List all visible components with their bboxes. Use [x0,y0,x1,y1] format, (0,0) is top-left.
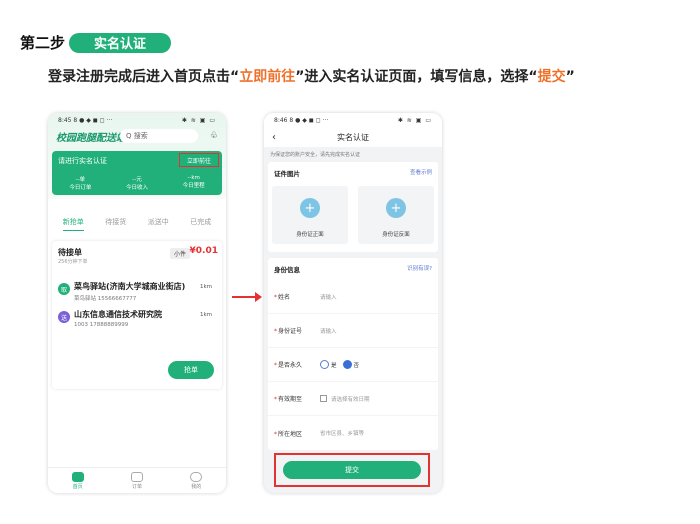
valid-date-input[interactable]: 请选择有效日期 [331,395,370,403]
permanent-no-radio[interactable]: 否 [342,360,359,369]
dropoff-contact: 1003 17888889999 [74,322,129,328]
tab-new-orders[interactable]: 新抢单 [62,217,84,231]
stat-orders: --单 今日订单 [69,177,92,191]
identity-info-section: 身份信息 识别有误? *姓名 请输入 *身份证号 请输入 *是否永久 是 否 *… [268,258,438,450]
permanent-label: 是否永久 [278,362,303,369]
id-photo-title: 证件图片 [274,170,300,178]
pickup-distance: 1km [199,284,212,290]
name-field[interactable]: *姓名 请输入 [268,280,438,314]
nav-home[interactable]: 首页 [71,471,84,490]
id-number-field[interactable]: *身份证号 请输入 [268,314,438,348]
dropoff-distance: 1km [199,312,212,318]
region-input[interactable]: 省市区县、乡镇等 [320,429,364,437]
identity-info-title: 身份信息 [274,266,300,274]
id-back-label: 身份证反面 [382,232,410,238]
id-front-upload[interactable]: + 身份证正面 [272,186,348,244]
nav-orders[interactable]: 订单 [130,471,143,490]
bell-icon[interactable]: ♧ [210,131,218,141]
step-label: 第二步 [20,34,66,52]
status-icons: ✱ ≋ ▣ ▭ [397,116,432,124]
id-photo-section: 证件图片 查看示例 + 身份证正面 + 身份证反面 [268,162,438,252]
bottom-nav: 首页 订单 我的 [48,467,226,493]
nav-profile[interactable]: 我的 [190,471,203,490]
submit-highlight: 提交 [274,453,430,487]
plus-icon: + [300,198,320,218]
grab-order-button[interactable]: 抢单 [168,361,214,379]
order-time: 256分钟下单 [58,259,88,265]
permanent-field: *是否永久 是 否 [268,348,438,382]
search-input[interactable]: Q 搜索 [120,129,198,143]
page-title: 实名认证 [337,132,369,142]
pickup-stop: 取 菜鸟驿站(济南大学城商业街店) 菜鸟驿站 15566667777 [58,281,185,302]
dropoff-stop: 送 山东信息通信技术研究院 1003 17888889999 [58,309,162,328]
instruction-text: 登录注册完成后进入首页点击“立即前往”进入实名认证页面，填写信息，选择“提交” [48,66,575,86]
stat-mileage: --km 今日里程 [182,175,205,189]
home-header: 校园跑腿配送端 Q 搜索 ♧ [48,127,226,145]
order-status: 待接单 [58,248,82,257]
region-label: 所在地区 [278,430,303,438]
submit-button[interactable]: 提交 [283,461,421,479]
id-number-label: 身份证号 [278,328,303,335]
dropoff-name: 山东信息通信技术研究院 [74,310,162,319]
id-front-label: 身份证正面 [296,232,324,238]
order-price: ¥0.01 [189,246,218,256]
calendar-icon [320,395,327,402]
security-notice: 为保证您的账户安全，请先完成实名认证 [270,152,361,158]
dropoff-icon: 送 [58,311,70,323]
valid-date-field[interactable]: *有效期至 请选择有效日期 [268,382,438,416]
status-icons: ✱ ≋ ▣ ▭ [181,116,216,124]
verification-card: 请进行实名认证 立即前往 --单 今日订单 --元 今日收入 --km 今日里程 [52,151,222,195]
name-input[interactable]: 请输入 [320,293,337,301]
home-top-area: 8:45 8 ● ◆ ◼ ◻ ··· ✱ ≋ ▣ ▭ 校园跑腿配送端 Q 搜索 … [48,113,226,199]
nav-bar: ‹ 实名认证 [264,127,442,147]
tab-pending-pickup[interactable]: 待接货 [105,217,126,231]
verification-screen-phone: 8:46 8 ● ◆ ◼ ◻ ··· ✱ ≋ ▣ ▭ ‹ 实名认证 为保证您的账… [264,113,442,493]
plus-icon: + [386,198,406,218]
step-header: 第二步 实名认证 [20,32,172,53]
pickup-contact: 菜鸟驿站 15566667777 [74,296,137,302]
order-card[interactable]: 待接单 256分钟下单 小件 ¥0.01 取 菜鸟驿站(济南大学城商业街店) 菜… [52,241,222,389]
status-time: 8:46 8 ● ◆ ◼ ◻ ··· [274,116,329,124]
id-back-upload[interactable]: + 身份证反面 [358,186,434,244]
instruction-part: ”进入实名认证页面，填写信息，选择“ [295,69,538,85]
pickup-name: 菜鸟驿站(济南大学城商业街店) [74,282,186,291]
step-pill: 实名认证 [69,32,172,53]
today-stats: --单 今日订单 --元 今日收入 --km 今日里程 [52,175,222,191]
instruction-part: 登录注册完成后进入首页点击“ [48,69,240,85]
arrow-icon [232,292,262,302]
tab-completed[interactable]: 已完成 [190,217,211,231]
status-bar: 8:46 8 ● ◆ ◼ ◻ ··· ✱ ≋ ▣ ▭ [264,113,442,127]
go-now-button[interactable]: 立即前往 [179,153,219,167]
stat-income: --元 今日收入 [125,177,148,191]
status-time: 8:45 8 ● ◆ ◼ ◻ ··· [58,116,113,124]
profile-icon [190,471,203,482]
home-screen-phone: 8:45 8 ● ◆ ◼ ◻ ··· ✱ ≋ ▣ ▭ 校园跑腿配送端 Q 搜索 … [48,113,226,493]
back-icon[interactable]: ‹ [272,132,276,143]
name-label: 姓名 [278,294,291,301]
instruction-highlight-go: 立即前往 [239,69,296,85]
home-icon [71,471,84,482]
verification-prompt: 请进行实名认证 [58,157,107,165]
valid-date-label: 有效期至 [278,396,303,403]
recognition-error-link[interactable]: 识别有误? [407,264,432,274]
app-logo: 校园跑腿配送端 [56,132,126,144]
orders-icon [130,471,143,482]
order-tabs: 新抢单 待接货 派送中 已完成 [48,217,226,231]
status-bar: 8:45 8 ● ◆ ◼ ◻ ··· ✱ ≋ ▣ ▭ [48,113,226,127]
pickup-icon: 取 [58,283,70,295]
view-example-link[interactable]: 查看示例 [410,168,432,178]
permanent-yes-radio[interactable]: 是 [320,360,337,369]
instruction-part: ” [565,69,575,85]
tab-delivering[interactable]: 派送中 [148,217,169,231]
instruction-highlight-submit: 提交 [537,69,566,85]
order-size-badge: 小件 [169,248,190,259]
region-field[interactable]: *所在地区 省市区县、乡镇等 [268,416,438,450]
id-number-input[interactable]: 请输入 [320,327,337,335]
